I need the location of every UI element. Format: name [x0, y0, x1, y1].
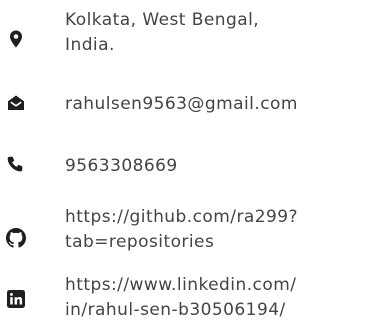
- linkedin-link-line-1[interactable]: https://www.linkedin.com/: [65, 273, 376, 298]
- contact-info-list: Kolkata, West Bengal, India. rahulsen956…: [0, 0, 376, 333]
- linkedin-icon: [6, 289, 26, 309]
- phone-text[interactable]: 9563308669: [65, 154, 376, 179]
- github-icon: [6, 228, 26, 248]
- github-link-line-2[interactable]: tab=repositories: [65, 230, 376, 255]
- contact-item-phone: 9563308669: [0, 140, 376, 190]
- github-text[interactable]: https://github.com/ra299? tab=repositori…: [65, 205, 376, 255]
- github-link-line-1[interactable]: https://github.com/ra299?: [65, 205, 376, 230]
- linkedin-text[interactable]: https://www.linkedin.com/ in/rahul-sen-b…: [65, 273, 376, 323]
- phone-icon: [6, 155, 26, 175]
- linkedin-icon-graphic: [7, 290, 25, 308]
- envelope-open-icon: [6, 93, 26, 113]
- linkedin-link-line-2[interactable]: in/rahul-sen-b30506194/: [65, 298, 376, 323]
- envelope-open-icon-graphic: [8, 95, 24, 110]
- address-line-1: Kolkata, West Bengal,: [65, 10, 260, 30]
- contact-item-github: https://github.com/ra299? tab=repositori…: [0, 195, 376, 265]
- address-line-2: India.: [65, 35, 115, 55]
- email-link[interactable]: rahulsen9563@gmail.com: [65, 92, 376, 117]
- map-marker-icon: [6, 29, 26, 49]
- contact-item-address: Kolkata, West Bengal, India.: [0, 0, 376, 70]
- contact-item-linkedin: https://www.linkedin.com/ in/rahul-sen-b…: [0, 265, 376, 333]
- map-marker-icon-graphic: [10, 30, 22, 48]
- address-text: Kolkata, West Bengal, India.: [65, 8, 376, 58]
- contact-item-email: rahulsen9563@gmail.com: [0, 80, 376, 130]
- github-icon-graphic: [6, 228, 26, 248]
- email-text[interactable]: rahulsen9563@gmail.com: [65, 92, 376, 117]
- phone-icon-graphic: [7, 156, 23, 172]
- phone-number[interactable]: 9563308669: [65, 154, 376, 179]
